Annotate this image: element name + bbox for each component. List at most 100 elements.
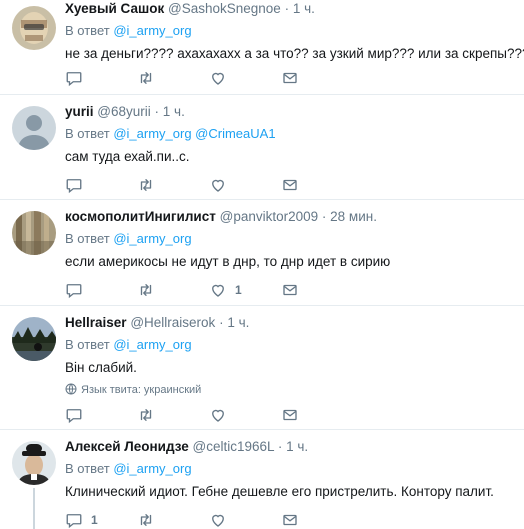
- user-name[interactable]: Hellraiser: [65, 315, 127, 330]
- reply-context: В ответ @i_army_org: [65, 22, 516, 40]
- tweet[interactable]: космополитИнигилист @panviktor2009 · 28 …: [0, 200, 524, 306]
- separator-dot: ·: [284, 1, 290, 16]
- separator-dot: ·: [277, 439, 283, 454]
- avatar[interactable]: [12, 106, 56, 150]
- retweet-icon: [137, 281, 155, 299]
- thread-line: [33, 488, 35, 529]
- retweet-button[interactable]: [137, 280, 155, 300]
- reply-prefix: В ответ: [65, 461, 110, 476]
- user-name[interactable]: Хуевый Сашок: [65, 1, 164, 16]
- reply-prefix: В ответ: [65, 231, 110, 246]
- language-label[interactable]: Язык твита: украинский: [81, 384, 201, 396]
- timestamp[interactable]: 1 ч.: [163, 104, 185, 119]
- tweet-feed: Хуевый Сашок @SashokSnegnoe · 1 ч. В отв…: [0, 0, 524, 529]
- tweet[interactable]: yurii @68yurii · 1 ч. В ответ @i_army_or…: [0, 95, 524, 200]
- retweet-button[interactable]: [137, 175, 155, 195]
- heart-icon: [209, 511, 227, 529]
- message-button[interactable]: [281, 68, 299, 88]
- reply-prefix: В ответ: [65, 337, 110, 352]
- timestamp[interactable]: 28 мин.: [330, 209, 377, 224]
- reply-prefix: В ответ: [65, 126, 110, 141]
- tweet-actions: [65, 175, 315, 195]
- like-button[interactable]: 1: [209, 280, 242, 300]
- reply-mention-link[interactable]: @i_army_org: [113, 23, 191, 38]
- avatar[interactable]: [12, 317, 56, 361]
- reply-icon: [65, 281, 83, 299]
- user-handle[interactable]: @68yurii: [97, 104, 150, 119]
- heart-icon: [209, 281, 227, 299]
- reply-count: 1: [91, 513, 98, 527]
- tweet-text: Він слабий.: [65, 360, 137, 375]
- avatar[interactable]: [12, 441, 56, 485]
- tweet[interactable]: Hellraiser @Hellraiserok · 1 ч. В ответ …: [0, 306, 524, 430]
- timestamp[interactable]: 1 ч.: [293, 1, 315, 16]
- envelope-icon: [281, 406, 299, 424]
- retweet-icon: [137, 406, 155, 424]
- tweet-header: Хуевый Сашок @SashokSnegnoe · 1 ч.: [65, 0, 516, 18]
- reply-button[interactable]: [65, 68, 91, 88]
- message-button[interactable]: [281, 405, 299, 425]
- message-button[interactable]: [281, 510, 299, 529]
- user-handle[interactable]: @panviktor2009: [220, 209, 319, 224]
- tweet-header: yurii @68yurii · 1 ч.: [65, 103, 516, 121]
- reply-icon: [65, 406, 83, 424]
- retweet-icon: [137, 69, 155, 87]
- reply-button[interactable]: [65, 175, 91, 195]
- tweet-actions: 1: [65, 510, 315, 529]
- tweet-text: не за деньги???? ахахахахх а за что?? за…: [65, 46, 524, 61]
- reply-icon: [65, 176, 83, 194]
- like-button[interactable]: [209, 510, 235, 529]
- reply-mention-link[interactable]: @i_army_org: [113, 337, 191, 352]
- user-name[interactable]: Алексей Леонидзе: [65, 439, 189, 454]
- retweet-icon: [137, 511, 155, 529]
- avatar[interactable]: [12, 211, 56, 255]
- timestamp[interactable]: 1 ч.: [286, 439, 308, 454]
- tweet-actions: [65, 405, 315, 425]
- globe-icon: [65, 383, 77, 395]
- envelope-icon: [281, 511, 299, 529]
- envelope-icon: [281, 281, 299, 299]
- tweet-language-note: Язык твита: украинский: [65, 383, 516, 397]
- reply-context: В ответ @i_army_org @CrimeaUA1: [65, 125, 516, 143]
- tweet-actions: [65, 68, 315, 88]
- retweet-button[interactable]: [137, 510, 155, 529]
- like-button[interactable]: [209, 405, 235, 425]
- tweet-header: Hellraiser @Hellraiserok · 1 ч.: [65, 314, 516, 332]
- user-handle[interactable]: @celtic1966L: [193, 439, 275, 454]
- envelope-icon: [281, 69, 299, 87]
- heart-icon: [209, 176, 227, 194]
- separator-dot: ·: [154, 104, 160, 119]
- message-button[interactable]: [281, 175, 299, 195]
- tweet[interactable]: Алексей Леонидзе @celtic1966L · 1 ч. В о…: [0, 430, 524, 529]
- reply-button[interactable]: [65, 405, 91, 425]
- like-button[interactable]: [209, 68, 235, 88]
- tweet-actions: 1: [65, 280, 315, 300]
- reply-context: В ответ @i_army_org: [65, 230, 516, 248]
- timestamp[interactable]: 1 ч.: [227, 315, 249, 330]
- user-name[interactable]: yurii: [65, 104, 94, 119]
- message-button[interactable]: [281, 280, 299, 300]
- reply-button[interactable]: 1: [65, 510, 98, 529]
- avatar[interactable]: [12, 6, 56, 50]
- reply-mention-link[interactable]: @i_army_org: [113, 461, 191, 476]
- separator-dot: ·: [321, 209, 327, 224]
- like-count: 1: [235, 283, 242, 297]
- reply-context: В ответ @i_army_org: [65, 336, 516, 354]
- like-button[interactable]: [209, 175, 235, 195]
- heart-icon: [209, 69, 227, 87]
- reply-prefix: В ответ: [65, 23, 110, 38]
- envelope-icon: [281, 176, 299, 194]
- tweet[interactable]: Хуевый Сашок @SashokSnegnoe · 1 ч. В отв…: [0, 0, 524, 95]
- tweet-header: Алексей Леонидзе @celtic1966L · 1 ч.: [65, 438, 516, 456]
- user-name[interactable]: космополитИнигилист: [65, 209, 216, 224]
- reply-mention-link[interactable]: @i_army_org: [113, 231, 191, 246]
- user-handle[interactable]: @SashokSnegnoe: [168, 1, 281, 16]
- reply-button[interactable]: [65, 280, 91, 300]
- tweet-text: сам туда ехай.пи..с.: [65, 149, 190, 164]
- user-handle[interactable]: @Hellraiserok: [130, 315, 215, 330]
- reply-icon: [65, 69, 83, 87]
- separator-dot: ·: [219, 315, 224, 330]
- retweet-button[interactable]: [137, 405, 155, 425]
- retweet-button[interactable]: [137, 68, 155, 88]
- reply-mention-link[interactable]: @i_army_org @CrimeaUA1: [113, 126, 275, 141]
